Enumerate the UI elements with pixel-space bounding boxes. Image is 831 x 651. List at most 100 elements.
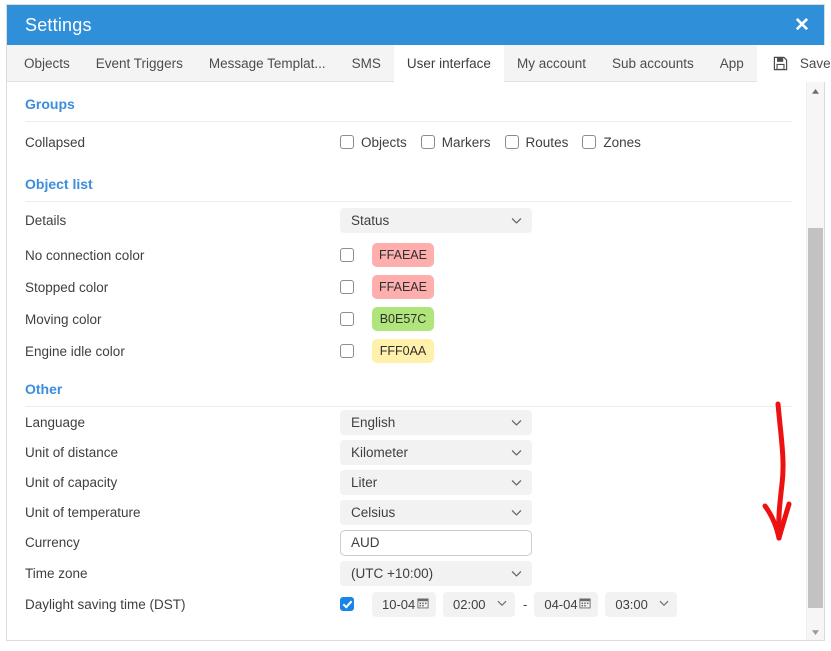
checkbox-collapsed-objects[interactable]: Objects [340,135,407,150]
select-value: (UTC +10:00) [351,566,433,581]
tab-event-triggers[interactable]: Event Triggers [83,45,196,81]
section-heading-object-list: Object list [7,162,806,201]
chevron-down-icon [510,416,523,429]
label-details: Details [25,213,340,228]
color-swatch-engine-idle[interactable]: FFF0AA [372,339,434,363]
section-heading-other: Other [7,367,806,406]
collapsed-checkbox-group: Objects Markers Routes Zones [340,135,655,150]
select-unit-of-temperature[interactable]: Celsius [340,500,532,525]
color-swatch-stopped[interactable]: FFAEAE [372,275,434,299]
checkbox-box[interactable] [421,135,435,149]
row-unit-of-capacity: Unit of capacity Liter [7,467,806,497]
checkbox-daylight-saving-time[interactable] [340,597,354,611]
label-stopped-color: Stopped color [25,280,340,295]
label-language: Language [25,415,340,430]
select-value: Status [351,213,389,228]
dst-range-separator: - [523,597,527,612]
label-engine-idle-color: Engine idle color [25,344,340,359]
tab-user-interface[interactable]: User interface [394,45,504,82]
tab-objects[interactable]: Objects [11,45,83,81]
tab-bar: Objects Event Triggers Message Templat..… [7,45,824,82]
settings-scroll-content: Groups Collapsed Objects Markers [7,82,806,640]
chevron-down-icon [510,476,523,489]
select-value: Celsius [351,505,395,520]
dst-start-time-field[interactable]: 02:00 [443,592,515,617]
color-swatch-moving[interactable]: B0E57C [372,307,434,331]
select-value: English [351,415,395,430]
tab-message-templates[interactable]: Message Templat... [196,45,339,81]
row-time-zone: Time zone (UTC +10:00) [7,558,806,588]
checkbox-collapsed-routes[interactable]: Routes [505,135,569,150]
checkbox-engine-idle-color[interactable] [340,344,354,358]
row-daylight-saving-time: Daylight saving time (DST) 10-04 [7,588,806,620]
dst-start-date-value: 10-04 [382,597,415,612]
close-icon[interactable]: ✕ [780,5,824,45]
save-label: Save [800,56,831,71]
checkbox-box[interactable] [340,135,354,149]
chevron-down-icon [510,446,523,459]
chevron-down-icon [510,506,523,519]
currency-input[interactable] [340,530,532,556]
tab-sms[interactable]: SMS [339,45,394,81]
label-no-connection-color: No connection color [25,248,340,263]
select-time-zone[interactable]: (UTC +10:00) [340,561,532,586]
dst-end-time-field[interactable]: 03:00 [605,592,677,617]
row-details: Details Status [7,202,806,239]
calendar-icon[interactable] [579,597,591,612]
row-unit-of-distance: Unit of distance Kilometer [7,437,806,467]
row-collapsed: Collapsed Objects Markers Ro [7,122,806,162]
checkbox-box[interactable] [582,135,596,149]
label-currency: Currency [25,535,340,550]
chevron-down-icon [658,597,670,612]
floppy-disk-icon [773,56,788,71]
checkbox-label: Markers [442,135,491,150]
dialog-title: Settings [25,16,92,34]
checkbox-stopped-color[interactable] [340,280,354,294]
dst-end-date-field[interactable]: 04-04 [534,592,598,617]
tab-app[interactable]: App [707,45,757,81]
select-value: Kilometer [351,445,408,460]
scroll-up-button[interactable] [807,82,824,99]
checkbox-label: Zones [603,135,641,150]
dst-end-time-value: 03:00 [615,597,648,612]
select-language[interactable]: English [340,410,532,435]
dst-end-date-value: 04-04 [544,597,577,612]
row-currency: Currency [7,527,806,558]
row-stopped-color: Stopped color FFAEAE [7,271,806,303]
label-daylight-saving-time: Daylight saving time (DST) [25,597,340,612]
triangle-up-icon [811,82,820,100]
label-collapsed: Collapsed [25,135,340,150]
scroll-down-button[interactable] [807,623,824,640]
tab-sub-accounts[interactable]: Sub accounts [599,45,707,81]
dialog-body: Groups Collapsed Objects Markers [7,82,824,640]
dialog-titlebar: Settings ✕ [7,5,824,45]
dst-controls: 10-04 [340,592,684,617]
scrollbar-thumb[interactable] [808,228,823,608]
section-heading-groups: Groups [7,82,806,121]
triangle-down-icon [811,623,820,641]
chevron-down-icon [510,567,523,580]
checkbox-collapsed-markers[interactable]: Markers [421,135,491,150]
vertical-scrollbar[interactable] [806,82,824,640]
dst-start-date-field[interactable]: 10-04 [372,592,436,617]
label-unit-of-temperature: Unit of temperature [25,505,340,520]
checkbox-collapsed-zones[interactable]: Zones [582,135,641,150]
label-unit-of-capacity: Unit of capacity [25,475,340,490]
save-button[interactable]: Save [757,45,831,82]
select-unit-of-capacity[interactable]: Liter [340,470,532,495]
label-time-zone: Time zone [25,566,340,581]
select-unit-of-distance[interactable]: Kilometer [340,440,532,465]
checkbox-box[interactable] [505,135,519,149]
label-moving-color: Moving color [25,312,340,327]
row-moving-color: Moving color B0E57C [7,303,806,335]
calendar-icon[interactable] [417,597,429,612]
color-swatch-no-connection[interactable]: FFAEAE [372,243,434,267]
tab-my-account[interactable]: My account [504,45,599,81]
row-unit-of-temperature: Unit of temperature Celsius [7,497,806,527]
checkbox-label: Objects [361,135,407,150]
checkbox-label: Routes [526,135,569,150]
chevron-down-icon [510,214,523,227]
select-details[interactable]: Status [340,208,532,233]
checkbox-moving-color[interactable] [340,312,354,326]
checkbox-no-connection-color[interactable] [340,248,354,262]
